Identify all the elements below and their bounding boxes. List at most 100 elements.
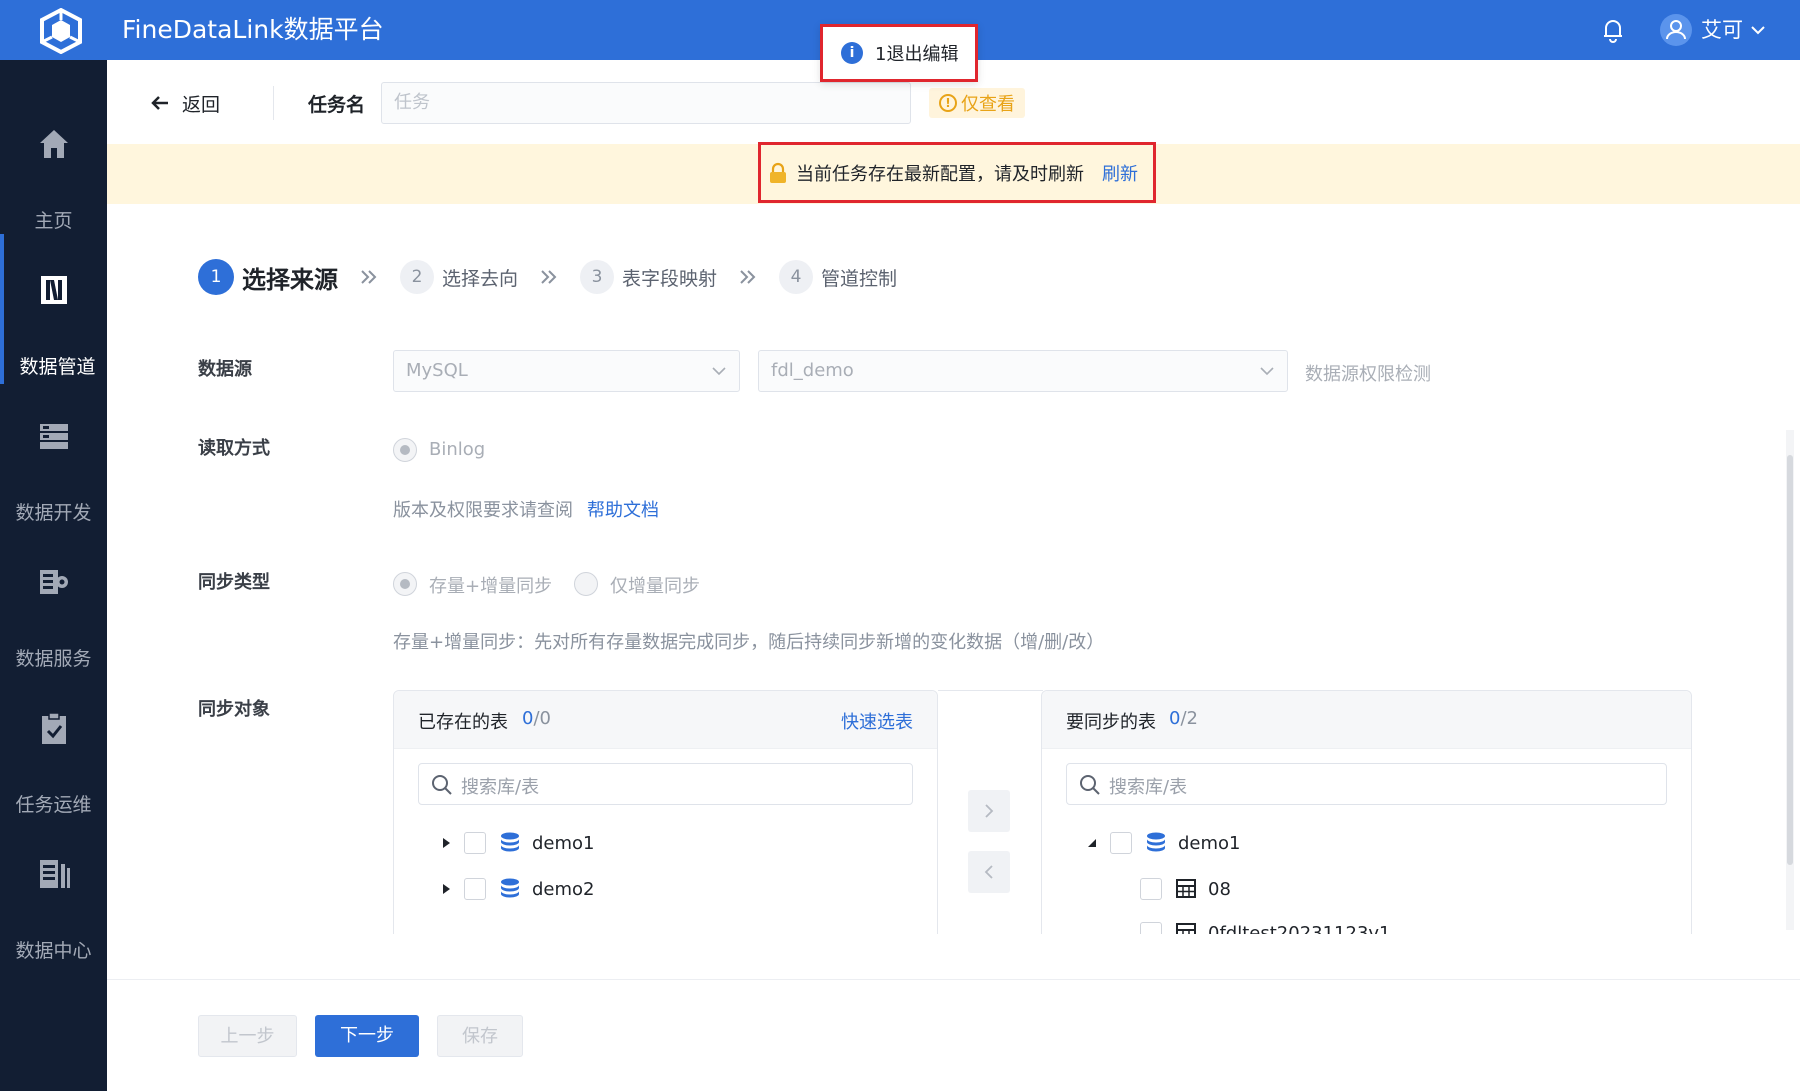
existing-tables-search-input[interactable]: 搜索库/表 bbox=[418, 763, 913, 805]
sidebar-item-data-pipeline[interactable]: 数据管道 bbox=[0, 234, 107, 384]
datasource-label: 数据源 bbox=[198, 359, 252, 380]
datasource-type-value: MySQL bbox=[406, 360, 468, 381]
tree-item-demo2[interactable]: demo2 bbox=[440, 874, 595, 904]
tables-to-sync-count: 0/2 bbox=[1169, 708, 1198, 729]
scrollbar-thumb[interactable] bbox=[1787, 455, 1793, 865]
footer-divider bbox=[107, 979, 1800, 980]
chevron-right-icon bbox=[985, 804, 994, 818]
database-icon bbox=[501, 832, 519, 852]
toast-text: 1退出编辑 bbox=[875, 44, 959, 65]
tables-to-sync-search-input[interactable]: 搜索库/表 bbox=[1066, 763, 1667, 805]
tree-item-table[interactable]: 0fdltest20231123v1 bbox=[1140, 918, 1391, 934]
database-icon bbox=[501, 878, 519, 898]
table-transfer: 已存在的表 0/0 快速选表 搜索库/表 demo1 demo2 要同步的表 0… bbox=[393, 690, 1693, 934]
sidebar-item-label: 数据管道 bbox=[19, 356, 96, 378]
table-icon bbox=[1176, 879, 1196, 898]
checkbox[interactable] bbox=[464, 878, 486, 900]
save-button[interactable]: 保存 bbox=[437, 1015, 523, 1057]
sidebar-item-task-ops[interactable]: 任务运维 bbox=[0, 672, 107, 822]
help-text: 版本及权限要求请查阅 bbox=[393, 500, 573, 521]
read-mode-label: 读取方式 bbox=[198, 438, 270, 459]
step-1-label: 选择来源 bbox=[242, 265, 338, 294]
sync-type-option-1: 存量+增量同步 bbox=[429, 576, 553, 597]
tree-item-label: demo2 bbox=[532, 878, 595, 900]
step-3-label: 表字段映射 bbox=[622, 267, 718, 290]
chevron-left-icon bbox=[984, 865, 993, 879]
search-icon bbox=[1080, 775, 1100, 795]
search-icon bbox=[432, 775, 452, 795]
sync-object-label: 同步对象 bbox=[198, 699, 270, 720]
sidebar-item-data-center[interactable]: 数据中心 bbox=[0, 818, 107, 968]
home-icon bbox=[40, 130, 68, 158]
sidebar-item-home[interactable]: 主页 bbox=[0, 88, 107, 238]
binlog-radio[interactable] bbox=[393, 438, 417, 462]
tree-item-label: 08 bbox=[1208, 878, 1231, 900]
notification-bell-icon[interactable] bbox=[1600, 17, 1626, 43]
checkbox[interactable] bbox=[1110, 832, 1132, 854]
tree-item-demo1[interactable]: demo1 bbox=[440, 828, 595, 858]
tree-item-label: 0fdltest20231123v1 bbox=[1208, 922, 1391, 935]
step-4-label: 管道控制 bbox=[821, 267, 898, 290]
task-ops-icon bbox=[42, 712, 66, 744]
pipeline-icon bbox=[41, 276, 67, 304]
checkbox[interactable] bbox=[1140, 922, 1162, 934]
double-chevron-icon bbox=[740, 270, 756, 284]
sidebar-item-label: 数据开发 bbox=[15, 502, 92, 524]
sync-type-incremental-only-radio[interactable] bbox=[574, 572, 598, 596]
banner-text: 当前任务存在最新配置，请及时刷新 bbox=[796, 163, 1084, 185]
tables-to-sync-panel: 要同步的表 0/2 搜索库/表 demo1 08 0fdltest2023112… bbox=[1041, 690, 1692, 934]
next-step-button[interactable]: 下一步 bbox=[315, 1015, 419, 1057]
chevron-down-icon[interactable] bbox=[1748, 20, 1768, 40]
datasource-db-value: fdl_demo bbox=[771, 360, 854, 381]
datasource-db-select[interactable]: fdl_demo bbox=[758, 350, 1288, 392]
datasource-type-select[interactable]: MySQL bbox=[393, 350, 740, 392]
app-logo-icon[interactable] bbox=[38, 8, 84, 54]
caret-expanded-icon[interactable] bbox=[1086, 837, 1098, 849]
prev-step-button[interactable]: 上一步 bbox=[198, 1015, 297, 1057]
step-indicator: 1 选择来源 2 选择去向 3 表字段映射 4 管道控制 bbox=[198, 258, 897, 296]
data-dev-icon bbox=[40, 424, 68, 449]
user-name[interactable]: 艾可 bbox=[1701, 16, 1743, 44]
app-title: FineDataLink数据平台 bbox=[122, 15, 384, 44]
readonly-badge-label: 仅查看 bbox=[961, 94, 1015, 115]
tree-item-table[interactable]: 08 bbox=[1140, 874, 1231, 904]
panel-header: 已存在的表 0/0 快速选表 bbox=[394, 691, 937, 749]
tree-item-demo1[interactable]: demo1 bbox=[1086, 828, 1241, 858]
move-left-button[interactable] bbox=[968, 851, 1010, 893]
refresh-link[interactable]: 刷新 bbox=[1102, 160, 1138, 186]
user-icon bbox=[1666, 20, 1686, 40]
sidebar-item-data-service[interactable]: 数据服务 bbox=[0, 526, 107, 676]
binlog-option-label: Binlog bbox=[429, 439, 486, 460]
task-name-input[interactable]: 任务 bbox=[381, 82, 911, 124]
tables-to-sync-title: 要同步的表 bbox=[1066, 712, 1156, 733]
back-button[interactable]: 返回 bbox=[150, 88, 220, 118]
datasource-permission-check-link[interactable]: 数据源权限检测 bbox=[1305, 360, 1431, 386]
database-icon bbox=[1147, 832, 1165, 852]
data-center-icon bbox=[40, 860, 70, 888]
info-icon: i bbox=[841, 42, 863, 64]
sync-type-description: 存量+增量同步：先对所有存量数据完成同步，随后持续同步新增的变化数据（增/删/改… bbox=[393, 632, 1105, 653]
chevron-down-icon bbox=[1260, 367, 1274, 376]
caret-right-icon[interactable] bbox=[440, 883, 452, 895]
checkbox[interactable] bbox=[464, 832, 486, 854]
move-right-button[interactable] bbox=[968, 790, 1010, 832]
step-number: 4 bbox=[779, 260, 814, 294]
chevron-down-icon bbox=[712, 367, 726, 376]
caret-right-icon[interactable] bbox=[440, 837, 452, 849]
existing-tables-title: 已存在的表 bbox=[418, 712, 508, 733]
sidebar-item-label: 任务运维 bbox=[15, 794, 92, 816]
sync-type-full-incremental-radio[interactable] bbox=[393, 572, 417, 596]
search-placeholder: 搜索库/表 bbox=[461, 777, 540, 798]
quick-select-link[interactable]: 快速选表 bbox=[841, 708, 913, 734]
lock-icon bbox=[770, 162, 786, 183]
sync-type-label: 同步类型 bbox=[198, 572, 270, 593]
sync-type-option-2: 仅增量同步 bbox=[610, 576, 700, 597]
user-avatar[interactable] bbox=[1660, 14, 1692, 46]
checkbox[interactable] bbox=[1140, 878, 1162, 900]
sidebar-item-label: 主页 bbox=[34, 210, 73, 232]
step-2-label: 选择去向 bbox=[442, 267, 519, 290]
sidebar-item-data-dev[interactable]: 数据开发 bbox=[0, 380, 107, 530]
data-service-icon bbox=[40, 570, 68, 594]
exit-edit-toast[interactable]: i 1退出编辑 bbox=[820, 24, 978, 82]
help-doc-link[interactable]: 帮助文档 bbox=[587, 496, 659, 522]
